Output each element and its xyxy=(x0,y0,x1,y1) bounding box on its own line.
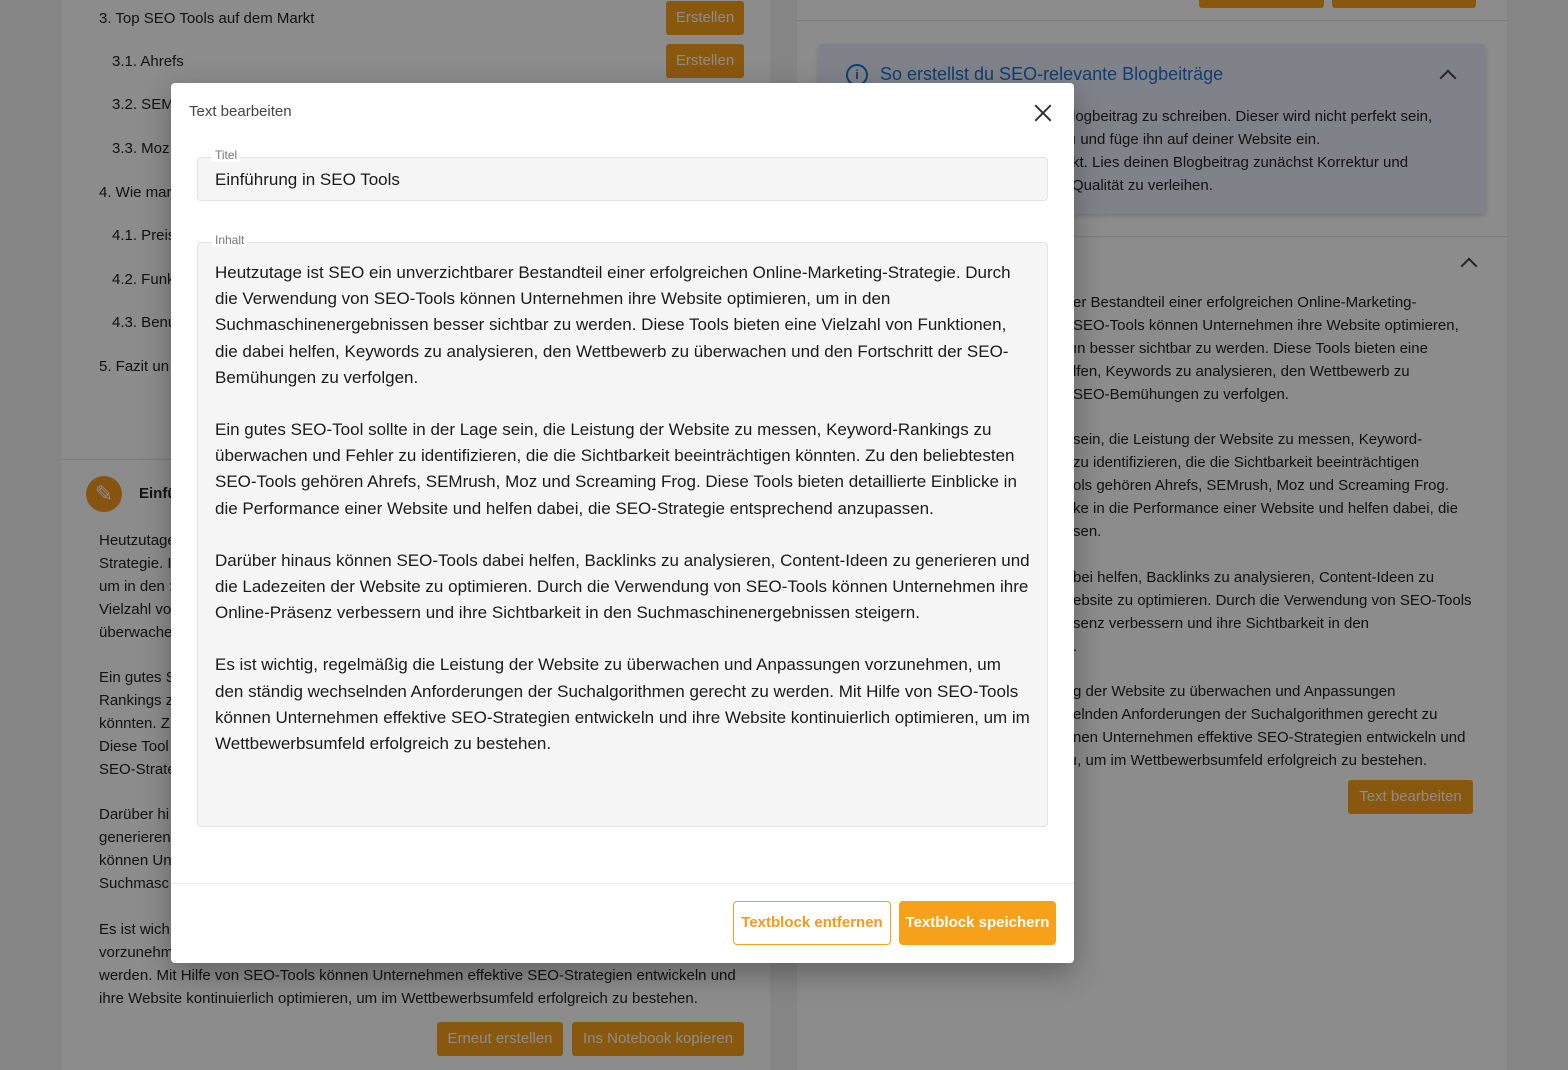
content-label: Inhalt xyxy=(212,233,248,247)
content-value[interactable]: Heutzutage ist SEO ein unverzichtbarer B… xyxy=(215,260,1030,783)
dialog-title: Text bearbeiten xyxy=(189,103,292,120)
content-paragraph: Ein gutes SEO-Tool sollte in der Lage se… xyxy=(215,420,1017,518)
title-label: Titel xyxy=(212,148,241,162)
edit-text-dialog: Text bearbeiten Titel Einführung in SEO … xyxy=(171,83,1074,963)
content-textarea[interactable]: Inhalt Heutzutage ist SEO ein unverzicht… xyxy=(197,233,1048,827)
content-paragraph: Darüber hinaus können SEO-Tools dabei he… xyxy=(215,550,1030,623)
title-input[interactable]: Titel Einführung in SEO Tools xyxy=(197,148,1048,201)
dialog-footer-divider xyxy=(171,883,1074,884)
content-paragraph: Heutzutage ist SEO ein unverzichtbarer B… xyxy=(215,263,1011,387)
remove-textblock-button[interactable]: Textblock entfernen xyxy=(733,901,891,945)
save-textblock-button[interactable]: Textblock speichern xyxy=(899,901,1056,945)
content-paragraph: Es ist wichtig, regelmäßig die Leistung … xyxy=(215,655,1030,754)
close-icon[interactable] xyxy=(1031,101,1055,125)
title-value[interactable]: Einführung in SEO Tools xyxy=(215,170,400,190)
